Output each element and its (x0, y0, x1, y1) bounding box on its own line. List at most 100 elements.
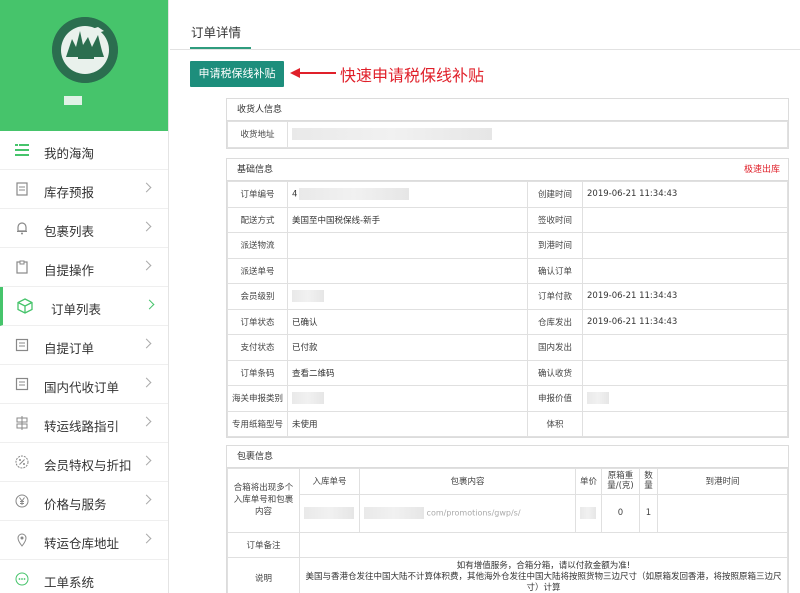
sidebar-item-label: 转运线路指引 (44, 419, 120, 434)
field-label: 订单条码 (227, 359, 288, 386)
field-label: 创建时间 (527, 181, 583, 208)
field-value (582, 206, 788, 233)
sidebar-item-order-list[interactable]: 订单列表 (0, 287, 168, 326)
field-value: 已付款 (287, 334, 528, 361)
table-row: 订单状态 已确认 仓库发出 2019-06-21 11:34:43 (227, 308, 788, 335)
field-value: 2019-06-21 11:34:43 (582, 283, 788, 310)
express-outbound-link[interactable]: 极速出库 (744, 159, 780, 181)
field-label-text: 订单编号 (240, 190, 275, 201)
basic-info-title: 基础信息 (237, 165, 274, 175)
field-value-text: 查看二维码 (292, 368, 335, 379)
field-value-text: 已付款 (292, 343, 318, 354)
chat-bubble-icon (14, 571, 30, 587)
field-label: 会员级别 (227, 283, 288, 310)
sidebar-item-label: 国内代收订单 (44, 380, 120, 395)
sidebar-item-member-privileges[interactable]: 会员特权与折扣 (0, 443, 168, 482)
table-row: 收货地址 (227, 121, 788, 148)
sidebar-item-label: 工单系统 (44, 575, 95, 590)
sidebar-item-self-pickup[interactable]: 自提操作 (0, 248, 168, 287)
arrival-time-cell (657, 493, 788, 533)
field-value (287, 385, 528, 412)
chevron-right-icon (141, 377, 152, 388)
table-row: 说明 如有增值服务，合箱分箱，请以付款金额为准! 美国与香港仓发往中国大陆不计算… (227, 557, 788, 593)
table-row: com/promotions/gwp/s/ 0 1 (228, 493, 788, 533)
field-label-text: 体积 (546, 419, 564, 430)
tab-order-details[interactable]: 订单详情 (190, 22, 251, 49)
basic-info-table: 订单编号 4 创建时间 2019-06-21 11:34:43 配送方式 美国至中国税保线… (227, 181, 788, 437)
field-value: 未使用 (287, 410, 528, 437)
signpost-icon (14, 415, 30, 431)
sidebar-item-price-service[interactable]: 价格与服务 (0, 482, 168, 521)
redacted-block (304, 507, 354, 519)
field-label-text: 到港时间 (537, 241, 572, 252)
field-value[interactable]: 查看二维码 (287, 359, 528, 386)
address-label: 收货地址 (227, 121, 288, 148)
field-value (582, 410, 788, 437)
sidebar-item-ticket-system[interactable]: 工单系统 (0, 560, 168, 593)
table-row: 支付状态 已付款 国内发出 (227, 334, 788, 361)
world-landmarks-icon (52, 17, 118, 83)
sidebar-item-domestic-collection-orders[interactable]: 国内代收订单 (0, 365, 168, 404)
sidebar-item-label: 会员特权与折扣 (44, 458, 132, 473)
tab-bar: 订单详情 (170, 0, 800, 50)
package-info-panel: 包裹信息 合箱将出现多个入库单号和包裹内容 入库单号 包裹内容 单价 原箱重量/… (226, 445, 789, 593)
chevron-right-icon (141, 221, 152, 232)
field-value (582, 257, 788, 284)
field-value-text: 2019-06-21 11:34:43 (587, 316, 678, 327)
field-label-text: 签收时间 (537, 215, 572, 226)
profile-panel (0, 0, 168, 131)
receiver-info-panel: 收货人信息 收货地址 (226, 98, 789, 149)
sidebar-item-label: 自提操作 (44, 263, 95, 278)
col-header-unit-price: 单价 (575, 468, 602, 495)
clipboard-icon (14, 259, 30, 275)
receipt-icon (14, 337, 30, 353)
sidebar-item-my-haitao[interactable]: 我的海淘 (0, 131, 168, 170)
basic-info-header: 基础信息 极速出库 (227, 159, 788, 181)
field-value: 4 (287, 181, 528, 208)
description-value: 如有增值服务，合箱分箱，请以付款金额为准! 美国与香港仓发往中国大陆不计算体积费… (299, 557, 788, 593)
field-value (287, 257, 528, 284)
field-value (582, 385, 788, 412)
apply-tax-subsidy-button[interactable]: 申请税保线补贴 (190, 61, 284, 87)
field-label: 申报价值 (527, 385, 583, 412)
field-value-text: 4 (292, 189, 298, 200)
sidebar-item-stock-forecast[interactable]: 库存预报 (0, 170, 168, 209)
sidebar-item-pickup-orders[interactable]: 自提订单 (0, 326, 168, 365)
field-label: 到港时间 (527, 232, 583, 259)
table-row: 订单条码 查看二维码 确认收货 (227, 359, 788, 386)
sidebar-item-route-guide[interactable]: 转运线路指引 (0, 404, 168, 443)
package-info-title: 包裹信息 (227, 446, 788, 468)
sidebar-item-warehouse-address[interactable]: 转运仓库地址 (0, 521, 168, 560)
chevron-right-icon (141, 533, 152, 544)
field-label-text: 订单条码 (240, 368, 275, 379)
redacted-block (292, 128, 492, 141)
table-row: 海关申报类别 申报价值 (227, 385, 788, 412)
unit-price-cell (575, 493, 602, 533)
discount-icon (14, 454, 30, 470)
sidebar-item-label: 我的海淘 (44, 146, 95, 161)
field-label-text: 仓库发出 (537, 317, 572, 328)
sidebar: 我的海淘 库存预报 包裹列表 自提操作 订单列表 自提订单 国内代收订单 转运线… (0, 0, 169, 593)
document-icon (14, 181, 30, 197)
table-row: 订单备注 (227, 531, 788, 558)
sidebar-item-package-list[interactable]: 包裹列表 (0, 209, 168, 248)
field-label: 仓库发出 (527, 308, 583, 335)
field-label-text: 配送方式 (240, 215, 275, 226)
sidebar-item-label: 转运仓库地址 (44, 536, 120, 551)
chevron-right-icon (141, 455, 152, 466)
package-box-icon (17, 298, 33, 314)
field-label-text: 专用纸箱型号 (232, 419, 284, 430)
field-label-text: 订单付款 (537, 292, 572, 303)
username-placeholder (64, 96, 82, 105)
chevron-right-icon (141, 416, 152, 427)
field-label-text: 确认收货 (537, 368, 572, 379)
redacted-block (292, 290, 324, 303)
chevron-right-icon (141, 338, 152, 349)
field-value (582, 232, 788, 259)
main-content: 订单详情 申请税保线补贴 快速申请税保线补贴 收货人信息 收货地址 基础信息 极… (170, 0, 800, 593)
table-row: 配送方式 美国至中国税保线-新手 签收时间 (227, 206, 788, 233)
field-label-text: 派送物流 (240, 241, 275, 252)
field-label-text: 创建时间 (537, 190, 572, 201)
field-value-text: 未使用 (292, 419, 318, 430)
avatar[interactable] (52, 17, 118, 83)
